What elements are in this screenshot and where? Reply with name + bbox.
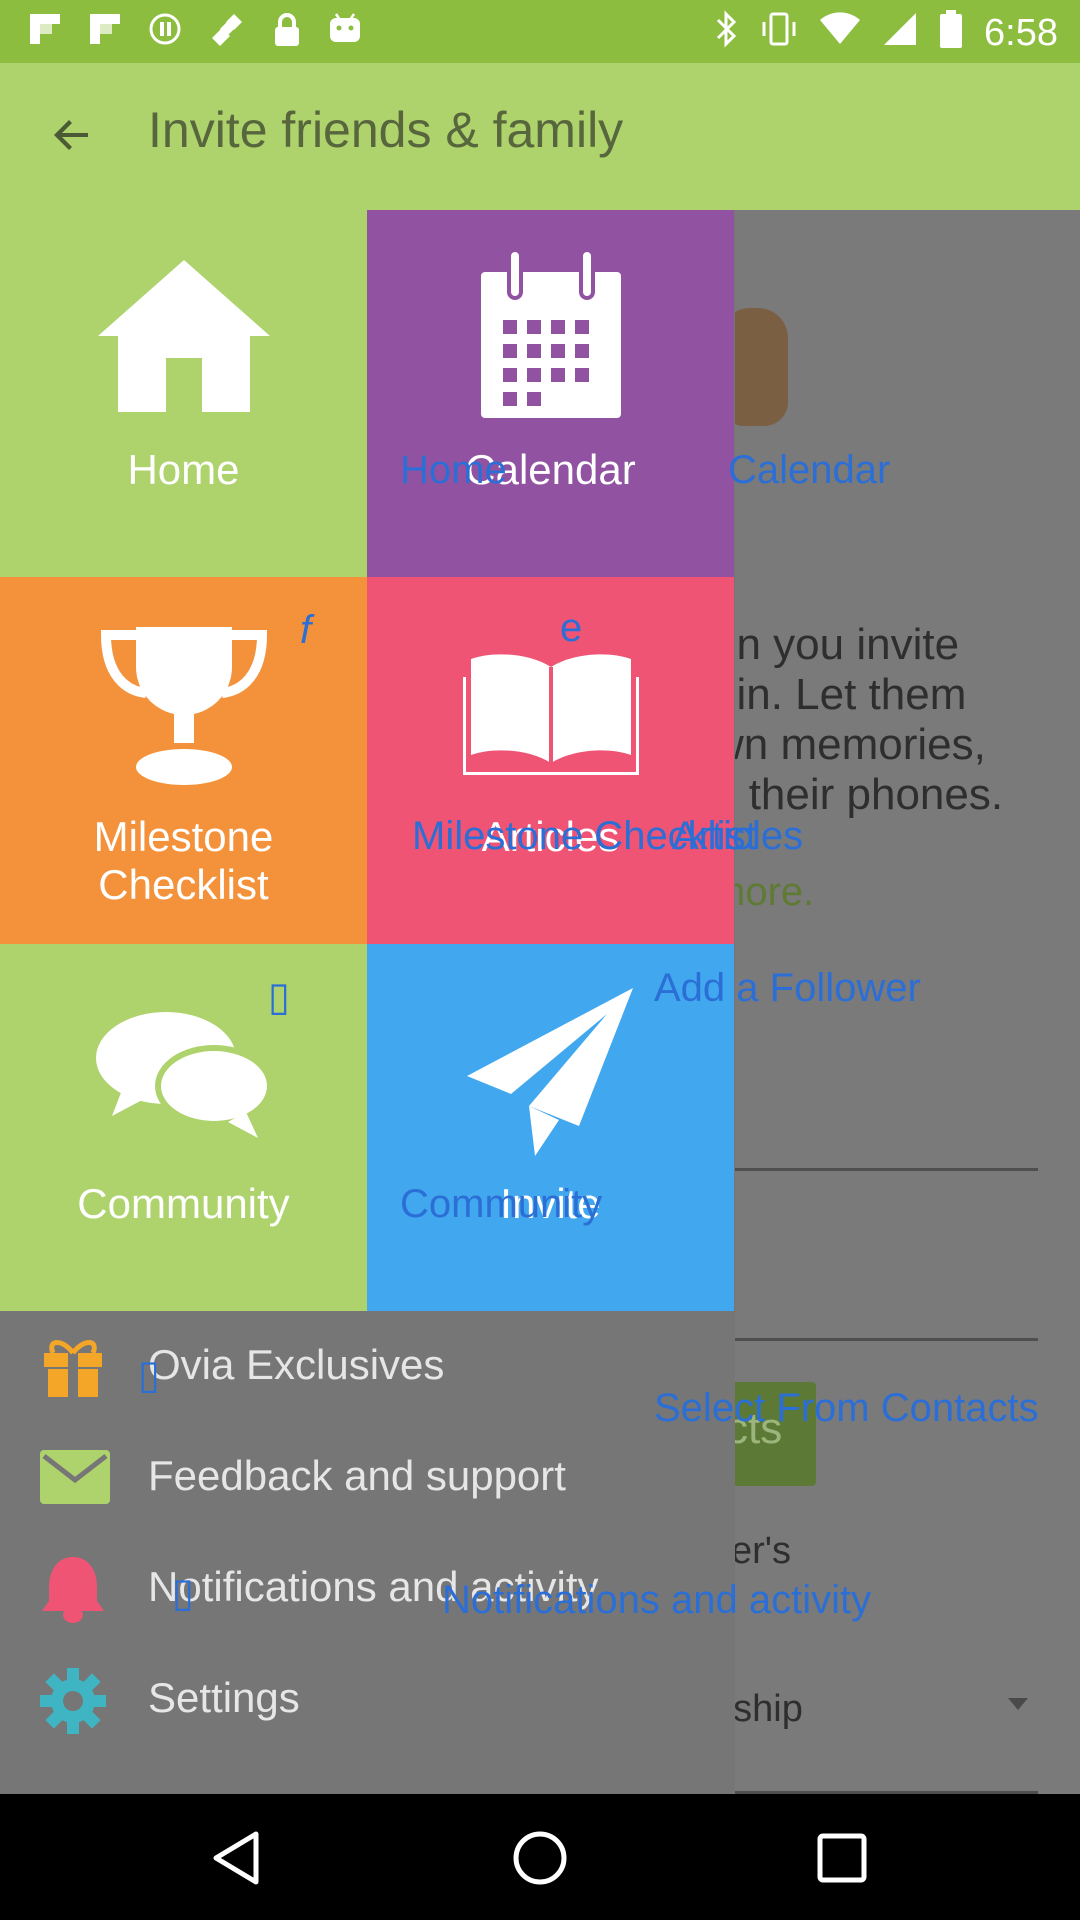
- ghost-box-glyph: ▯: [172, 1571, 195, 1615]
- ghost-home-label: Home: [400, 448, 507, 492]
- divider: [712, 1168, 1038, 1171]
- ghost-box-glyph: ▯: [268, 975, 291, 1019]
- app-bar: Invite friends & family: [0, 63, 1080, 210]
- navigation-drawer: Home Calendar Milestone Checklist Articl…: [0, 210, 735, 1794]
- status-bar: 6:58: [0, 0, 1080, 63]
- android-icon: [328, 12, 362, 57]
- nav-recents-button[interactable]: [812, 1828, 872, 1888]
- nav-home-button[interactable]: [510, 1828, 570, 1888]
- ghost-articles-label: Articles: [672, 814, 804, 858]
- ghost-box-glyph: ▯: [138, 1353, 161, 1397]
- ghost-add-follower-label: Add a Follower: [654, 966, 921, 1010]
- menu-item-ovia-exclusives[interactable]: Ovia Exclusives: [0, 1311, 735, 1422]
- calendar-icon: [367, 248, 734, 425]
- house-icon: [0, 250, 367, 427]
- envelope-icon: [40, 1446, 110, 1510]
- page-title: Invite friends & family: [148, 102, 624, 158]
- tile-articles[interactable]: Articles: [367, 577, 734, 944]
- tile-calendar[interactable]: Calendar: [367, 210, 734, 577]
- wifi-icon: [820, 12, 861, 55]
- system-nav-bar: [0, 1794, 1080, 1920]
- invite-description: en you invite oin. Let them wn memories,…: [712, 620, 1004, 819]
- arrow-left-icon: [54, 120, 88, 150]
- ghost-notifications-label: Notifications and activity: [442, 1578, 872, 1622]
- tile-community[interactable]: Community: [0, 944, 367, 1311]
- ghost-f-glyph: f: [300, 608, 312, 652]
- trophy-icon: [0, 617, 367, 792]
- menu-label: Ovia Exclusives: [148, 1341, 445, 1388]
- gear-icon: [40, 1668, 106, 1734]
- ghost-community-label: Community: [400, 1182, 603, 1226]
- ghost-calendar-label: Calendar: [728, 448, 891, 492]
- satellite-icon: [208, 12, 246, 57]
- bluetooth-icon: [714, 10, 738, 57]
- menu-item-feedback[interactable]: Feedback and support: [0, 1422, 735, 1533]
- ghost-e-glyph: e: [560, 606, 583, 650]
- flipboard-icon: [28, 12, 62, 57]
- triangle-back-icon: [213, 1831, 259, 1885]
- tile-home-label: Home: [127, 446, 240, 493]
- chevron-down-icon: [1008, 1698, 1028, 1710]
- paper-plane-icon: [367, 984, 734, 1165]
- divider: [712, 1338, 1038, 1341]
- book-icon: [367, 647, 734, 780]
- menu-label: Feedback and support: [148, 1452, 566, 1499]
- tile-milestone-checklist[interactable]: Milestone Checklist: [0, 577, 367, 944]
- bell-icon: [40, 1557, 106, 1623]
- ghost-select-contacts-label: Select From Contacts: [654, 1386, 1039, 1430]
- tile-home[interactable]: Home: [0, 210, 367, 577]
- signal-icon: [882, 11, 918, 56]
- gift-icon: [40, 1335, 106, 1399]
- menu-label: Settings: [148, 1674, 300, 1721]
- record-icon: [148, 12, 182, 57]
- nav-back-button[interactable]: [208, 1828, 268, 1888]
- clock: 6:58: [984, 12, 1058, 54]
- menu-item-settings[interactable]: Settings: [0, 1644, 735, 1755]
- battery-icon: [940, 10, 963, 57]
- chat-bubbles-icon: [0, 1004, 367, 1149]
- flipboard-icon: [88, 12, 122, 57]
- vibrate-icon: [760, 10, 798, 57]
- lock-icon: [272, 12, 302, 57]
- square-recents-icon: [817, 1833, 867, 1883]
- tile-community-label: Community: [77, 1180, 290, 1227]
- circle-home-icon: [513, 1831, 567, 1885]
- back-button[interactable]: [40, 103, 104, 167]
- tile-milestone-label: Milestone Checklist: [93, 813, 274, 908]
